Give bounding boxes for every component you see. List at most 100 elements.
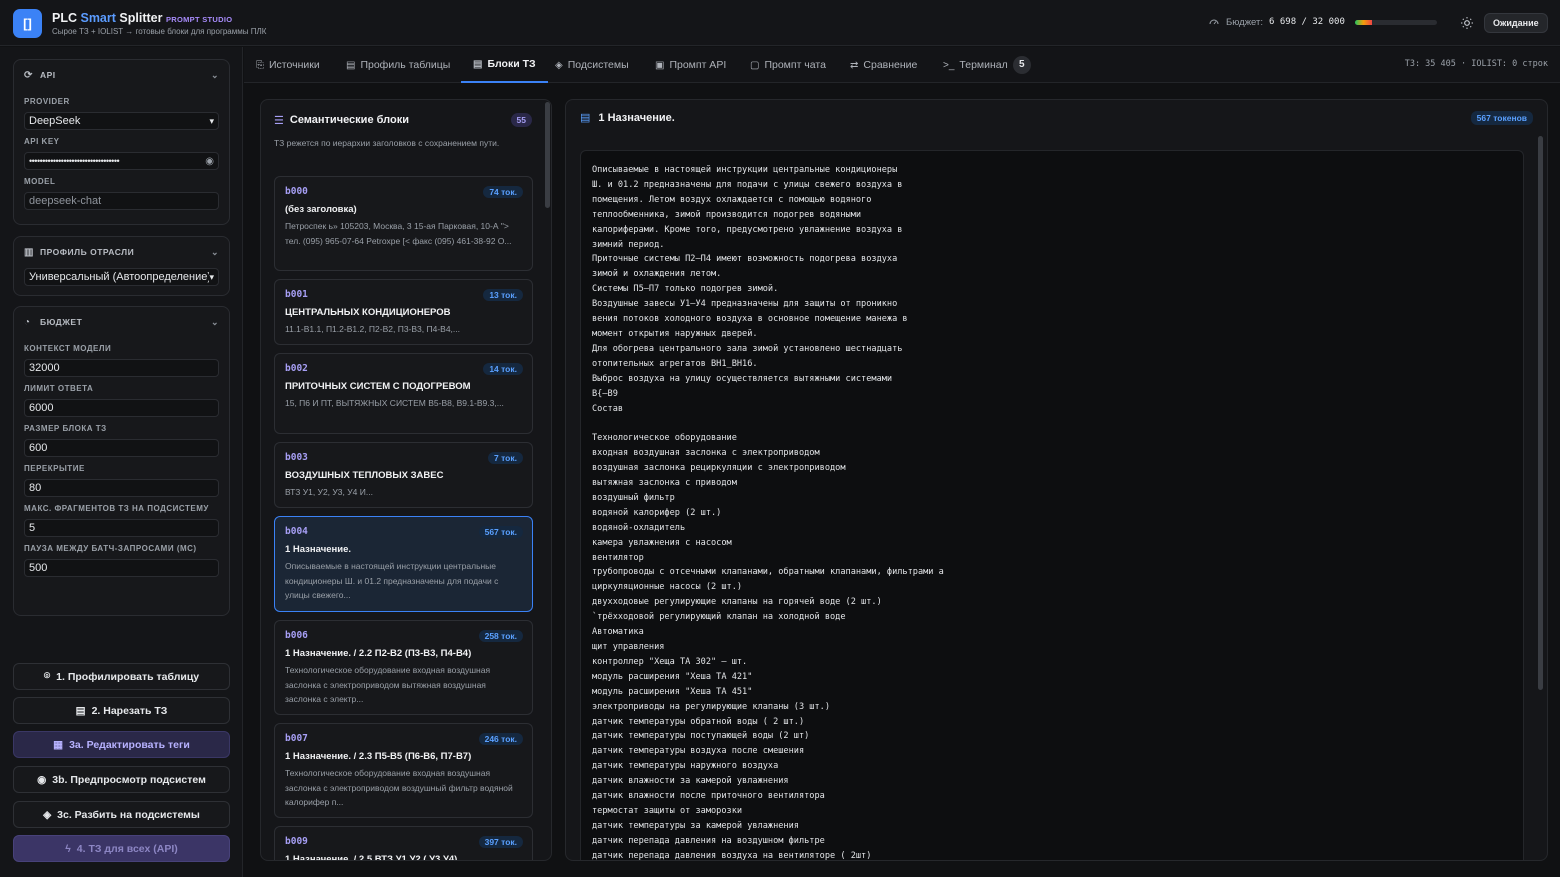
block-card[interactable]: b003 7 ток. ВОЗДУШНЫХ ТЕПЛОВЫХ ЗАВЕС ВТЗ… <box>274 442 533 508</box>
text-line: модуль расширения "Хеша ТА 421" <box>592 671 753 682</box>
tab-prompt-chat[interactable]: ▢ Промпт чата <box>750 47 826 83</box>
text-line: контроллер "Хеща ТА 302" — шт. <box>592 656 748 667</box>
chevron-down-icon[interactable]: ⌄ <box>211 317 219 328</box>
content-scrollbar[interactable] <box>1538 136 1543 690</box>
block-card[interactable]: b002 14 ток. ПРИТОЧНЫХ СИСТЕМ С ПОДОГРЕВ… <box>274 353 533 434</box>
table-icon: ▤ <box>75 704 86 717</box>
tab-subsystems[interactable]: ◈ Подсистемы <box>555 47 629 83</box>
tab-prompt-api[interactable]: ▣ Промпт API <box>655 47 726 83</box>
budget-value: 6 698 / 32 000 <box>1269 17 1345 27</box>
preview-subsystems-button[interactable]: ◉ 3b. Предпросмотр подсистем <box>13 766 230 793</box>
brand: PLC Smart Splitter PROMPT STUDIO Сырое Т… <box>52 11 266 36</box>
provider-label: PROVIDER <box>24 97 70 106</box>
block-preview: 11.1-В1.1, П1.2-В1.2, П2-В2, П3-В3, П4-В… <box>285 324 461 334</box>
text-line: `трёхходовой регулирующий клапан на холо… <box>592 612 846 623</box>
api-panel-header[interactable]: ⟳ API ⌄ <box>24 60 219 90</box>
blocksize-label: РАЗМЕР БЛОКА ТЗ <box>24 424 107 433</box>
app-title-part: PLC <box>52 11 81 25</box>
chevron-down-icon: ▾ <box>209 271 214 282</box>
api-panel-title: API <box>40 70 56 80</box>
split-tz-button[interactable]: ▤ 2. Нарезать ТЗ <box>13 697 230 724</box>
profile-value: Универсальный (Автоопределение) <box>29 271 210 283</box>
chat-icon: ▢ <box>750 59 760 71</box>
main-tabs: ⎘ Источники ▤ Профиль таблицы ▤ Блоки ТЗ ◈ П… <box>244 47 1560 83</box>
profile-panel-header[interactable]: ▥ ПРОФИЛЬ ОТРАСЛИ ⌄ <box>24 237 219 267</box>
block-tokens-badge: 397 ток. <box>478 836 523 848</box>
chevron-down-icon[interactable]: ⌄ <box>211 247 219 258</box>
overlap-label: ПЕРЕКРЫТИЕ <box>24 464 85 473</box>
block-tokens-badge: 567 ток. <box>478 526 523 538</box>
edit-tags-button[interactable]: ▦ 3a. Редактировать теги <box>13 731 230 758</box>
text-line: Выброс воздуха на улицу осуществляется в… <box>592 373 893 384</box>
chevron-down-icon[interactable]: ⌄ <box>211 70 219 81</box>
context-input[interactable]: 32000 <box>24 359 219 377</box>
tab-tz-blocks[interactable]: ▤ Блоки ТЗ <box>461 47 548 83</box>
profile-select[interactable]: Универсальный (Автоопределение) ▾ <box>24 268 219 286</box>
eye-icon: ◉ <box>37 773 47 786</box>
text-line: щит управления <box>592 642 665 652</box>
block-text-viewer[interactable]: Описываемые в настоящей инструкции центр… <box>580 150 1524 860</box>
theme-toggle-icon[interactable] <box>1460 16 1474 30</box>
block-card[interactable]: b009 397 ток. 1 Назначение. / 2.5 ВТЗ У1… <box>274 826 533 860</box>
block-content-title: 1 Назначение. <box>598 111 675 124</box>
apikey-label: API KEY <box>24 137 60 146</box>
split-subsystems-button[interactable]: ◈ 3c. Разбить на подсистемы <box>13 801 230 828</box>
text-line: датчик температуры наружного воздуха <box>592 761 779 772</box>
profile-table-button[interactable]: ⌾ 1. Профилировать таблицу <box>13 663 230 690</box>
text-line: вытяжная заслонка с приводом <box>592 478 737 489</box>
tab-compare[interactable]: ⇄ Сравнение <box>850 47 917 83</box>
provider-select[interactable]: DeepSeek ▾ <box>24 112 219 130</box>
text-line: Воздушные завесы У1–У4 предназначены для… <box>592 299 898 310</box>
block-tokens-badge: 13 ток. <box>483 289 523 301</box>
tab-table-profile-label: Профиль таблицы <box>360 59 451 71</box>
tab-terminal-label: Терминал <box>959 59 1008 71</box>
blocksize-value: 600 <box>29 442 48 454</box>
block-preview: Петроспек ь» 105203, Москва, 3 15-ая Пар… <box>285 221 512 246</box>
block-card[interactable]: b001 13 ток. ЦЕНТРАЛЬНЫХ КОНДИЦИОНЕРОВ 1… <box>274 279 533 345</box>
tab-tz-blocks-label: Блоки ТЗ <box>487 58 536 70</box>
block-preview: Технологическое оборудование входная воз… <box>285 768 513 807</box>
maxfrag-input[interactable]: 5 <box>24 519 219 537</box>
block-preview: Технологическое оборудование входная воз… <box>285 665 491 704</box>
overlap-input[interactable]: 80 <box>24 479 219 497</box>
limit-value: 6000 <box>29 402 54 414</box>
text-line: электроприводы на регулирующие клапаны (… <box>592 701 830 712</box>
text-line: зимний период. <box>592 239 665 250</box>
text-line: датчик влажности за камерой увлажнения <box>592 776 789 787</box>
blocksize-input[interactable]: 600 <box>24 439 219 457</box>
text-line: датчик влажности после приточного вентил… <box>592 791 825 802</box>
block-title: ПРИТОЧНЫХ СИСТЕМ С ПОДОГРЕВОМ <box>285 381 471 392</box>
text-line: датчик температуры воздуха после смешени… <box>592 746 805 757</box>
text-line: воздушная заслонка рециркуляции с электр… <box>592 463 846 474</box>
limit-input[interactable]: 6000 <box>24 399 219 417</box>
lightning-icon: ϟ <box>65 842 71 855</box>
text-line: Приточные системы П2–П4 имеют возможност… <box>592 254 898 265</box>
budget-panel: ◔ БЮДЖЕТ ⌄ КОНТЕКСТ МОДЕЛИ 32000 ЛИМИТ О… <box>13 306 230 616</box>
budget-label: Бюджет: <box>1226 16 1264 28</box>
text-line: циркуляционные насосы (2 шт.) <box>592 582 743 593</box>
blocks-scrollbar[interactable] <box>545 102 550 208</box>
text-line: зимой и охлаждения летом. <box>592 269 722 280</box>
grid-icon: ▦ <box>53 738 64 751</box>
app-title: PLC Smart Splitter PROMPT STUDIO <box>52 11 266 25</box>
apikey-input[interactable]: •••••••••••••••••••••••••••••••••• ◉ <box>24 152 219 170</box>
eye-icon[interactable]: ◉ <box>205 156 214 167</box>
block-tokens-badge: 74 ток. <box>483 186 523 198</box>
block-preview: Описываемые в настоящей инструкции центр… <box>285 561 499 600</box>
tz-all-api-button[interactable]: ϟ 4. ТЗ для всех (API) <box>13 835 230 862</box>
block-card-selected[interactable]: b004 567 ток. 1 Назначение. Описываемые … <box>274 516 533 612</box>
budget-panel-header[interactable]: ◔ БЮДЖЕТ ⌄ <box>24 307 219 337</box>
model-input[interactable]: deepseek-chat <box>24 192 219 210</box>
tab-terminal[interactable]: >_ Терминал 5 <box>943 47 1031 83</box>
block-card[interactable]: b007 246 ток. 1 Назначение. / 2.3 П5-В5 … <box>274 723 533 818</box>
block-card[interactable]: b000 74 ток. (без заголовка) Петроспек ь… <box>274 176 533 271</box>
tab-sources[interactable]: ⎘ Источники <box>256 47 320 83</box>
pause-input[interactable]: 500 <box>24 559 219 577</box>
model-label: MODEL <box>24 177 56 186</box>
tab-table-profile[interactable]: ▤ Профиль таблицы <box>346 47 450 83</box>
block-tokens-badge: 258 ток. <box>478 630 523 642</box>
block-card[interactable]: b006 258 ток. 1 Назначение. / 2.2 П2-В2 … <box>274 620 533 715</box>
status-badge: Ожидание <box>1484 13 1548 33</box>
text-line: датчик перепада давления на воздушном фи… <box>592 835 825 846</box>
text-line: трубопроводы с отсечными клапанами, обра… <box>592 567 944 578</box>
